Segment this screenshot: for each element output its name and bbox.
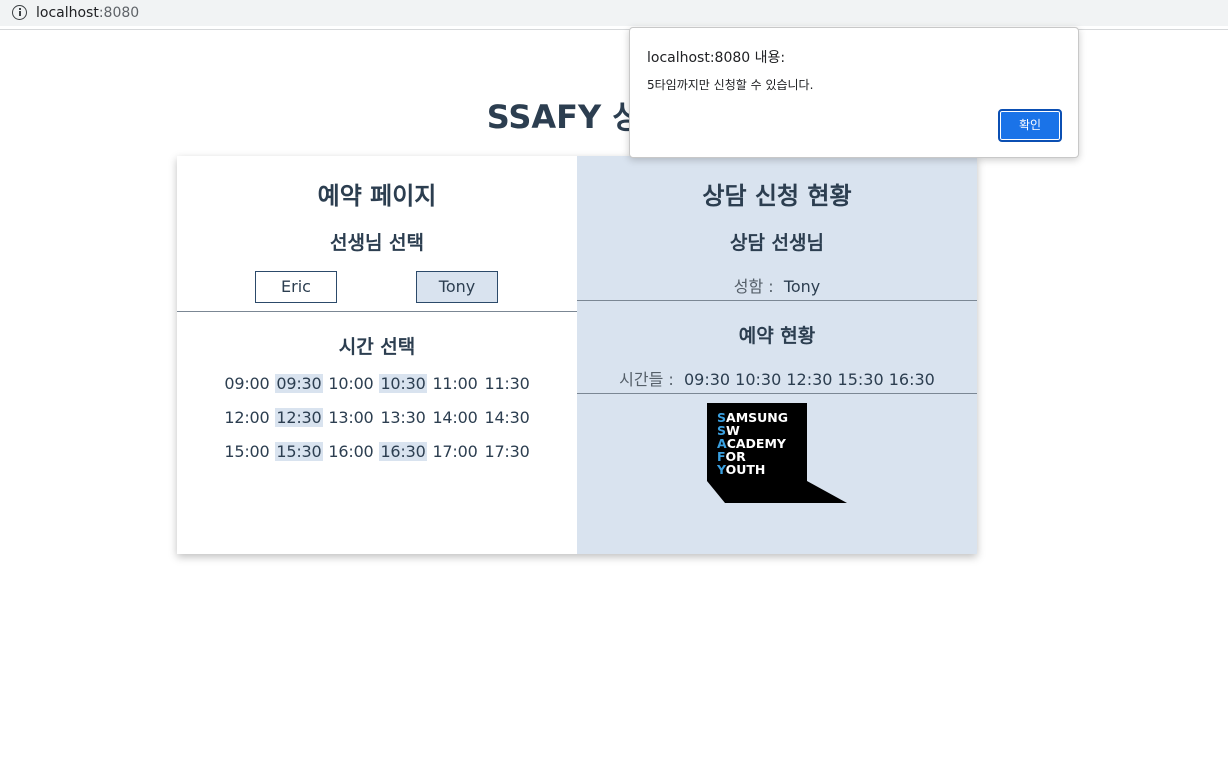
time-slot-selected[interactable]: 15:30 bbox=[275, 442, 323, 461]
time-slot-selected[interactable]: 09:30 bbox=[275, 374, 323, 393]
time-row-3: 15:00 15:30 16:00 16:30 17:00 17:30 bbox=[177, 442, 577, 461]
time-row-1: 09:00 09:30 10:00 10:30 11:00 11:30 bbox=[177, 374, 577, 393]
logo-line-5: YOUTH bbox=[716, 462, 765, 477]
teacher-name-line: 성함 : Tony bbox=[577, 273, 977, 297]
reservation-panel: 예약 페이지 선생님 선택 Eric Tony 시간 선택 09:00 09:3… bbox=[177, 156, 577, 554]
times-label: 시간들 : bbox=[619, 370, 674, 389]
time-slot[interactable]: 11:30 bbox=[483, 374, 530, 393]
divider bbox=[577, 393, 977, 394]
url-field[interactable]: localhost:8080 bbox=[0, 0, 1228, 26]
time-slot[interactable]: 09:00 bbox=[223, 374, 270, 393]
info-icon[interactable] bbox=[12, 5, 27, 20]
alert-dialog: localhost:8080 내용: 5타임까지만 신청할 수 있습니다. 확인 bbox=[629, 27, 1079, 158]
time-slot[interactable]: 11:00 bbox=[431, 374, 478, 393]
time-slot[interactable]: 15:00 bbox=[223, 442, 270, 461]
name-label: 성함 : bbox=[733, 277, 774, 296]
divider bbox=[577, 300, 977, 301]
time-slot-selected[interactable]: 12:30 bbox=[275, 408, 323, 427]
browser-address-bar: localhost:8080 bbox=[0, 0, 1228, 30]
time-slot[interactable]: 17:30 bbox=[483, 442, 530, 461]
url-port: :8080 bbox=[98, 5, 140, 21]
time-slot[interactable]: 13:00 bbox=[327, 408, 374, 427]
time-slot[interactable]: 17:00 bbox=[431, 442, 478, 461]
status-panel: 상담 신청 현황 상담 선생님 성함 : Tony 예약 현황 시간들 : 09… bbox=[577, 156, 977, 554]
teacher-button-tony[interactable]: Tony bbox=[416, 271, 498, 303]
main-card: 예약 페이지 선생님 선택 Eric Tony 시간 선택 09:00 09:3… bbox=[177, 156, 977, 554]
ssafy-logo: SAMSUNG SW ACADEMY FOR YOUTH bbox=[707, 403, 847, 503]
time-slot[interactable]: 13:30 bbox=[379, 408, 426, 427]
time-slot-selected[interactable]: 16:30 bbox=[379, 442, 427, 461]
time-select-heading: 시간 선택 bbox=[338, 336, 416, 358]
time-slot-selected[interactable]: 10:30 bbox=[379, 374, 427, 393]
times-value: 09:30 10:30 12:30 15:30 16:30 bbox=[683, 370, 935, 389]
name-value: Tony bbox=[783, 277, 821, 296]
time-slot[interactable]: 14:00 bbox=[431, 408, 478, 427]
teacher-button-eric[interactable]: Eric bbox=[255, 271, 337, 303]
reservation-heading: 예약 페이지 bbox=[317, 182, 437, 210]
time-slot[interactable]: 16:00 bbox=[327, 442, 374, 461]
reserved-times-line: 시간들 : 09:30 10:30 12:30 15:30 16:30 bbox=[577, 366, 977, 390]
alert-message: 5타임까지만 신청할 수 있습니다. bbox=[647, 78, 814, 92]
time-slot[interactable]: 10:00 bbox=[327, 374, 374, 393]
counsel-teacher-heading: 상담 선생님 bbox=[729, 232, 824, 254]
time-slot[interactable]: 14:30 bbox=[483, 408, 530, 427]
teacher-select-heading: 선생님 선택 bbox=[329, 232, 424, 254]
url-text[interactable]: localhost:8080 bbox=[36, 5, 139, 21]
time-row-2: 12:00 12:30 13:00 13:30 14:00 14:30 bbox=[177, 408, 577, 427]
reservation-status-heading: 예약 현황 bbox=[738, 325, 816, 347]
ok-button[interactable]: 확인 bbox=[998, 109, 1062, 142]
divider bbox=[177, 311, 577, 312]
time-slot[interactable]: 12:00 bbox=[223, 408, 270, 427]
status-heading: 상담 신청 현황 bbox=[702, 182, 852, 210]
alert-title: localhost:8080 내용: bbox=[647, 50, 786, 66]
url-host: localhost bbox=[36, 5, 99, 21]
